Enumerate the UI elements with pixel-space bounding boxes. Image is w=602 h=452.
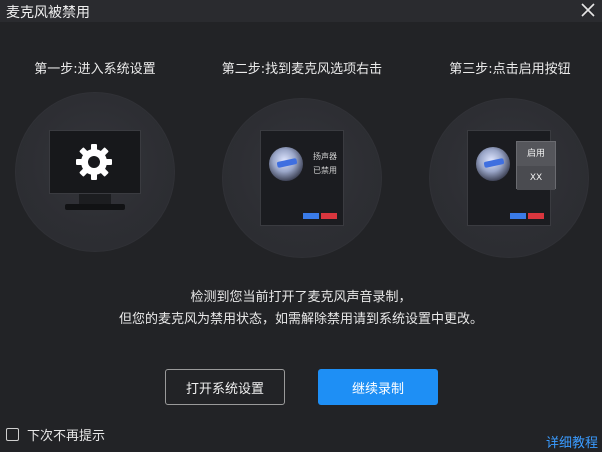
mini-cancel-button [528, 213, 544, 219]
sound-dialog: 扬声器 已禁用 [260, 130, 344, 226]
dont-remind-label: 下次不再提示 [27, 429, 106, 444]
sound-dialog-menu: 启用 XX [467, 130, 556, 226]
step2-illustration: 扬声器 已禁用 [222, 98, 382, 258]
context-menu: 启用 XX [516, 141, 556, 190]
microphone-icon [476, 147, 510, 181]
close-button[interactable] [578, 0, 598, 20]
open-settings-button[interactable]: 打开系统设置 [165, 369, 285, 405]
window-title: 麦克风被禁用 [6, 5, 90, 21]
mini-cancel-button [321, 213, 337, 219]
step3-label: 第三步:点击启用按钮 [449, 62, 571, 77]
detail-tutorial-link[interactable]: 详细教程 [546, 432, 598, 451]
step1-label: 第一步:进入系统设置 [34, 62, 156, 77]
menu-item-enable: 启用 [526, 149, 545, 159]
message-line-2: 但您的麦克风为禁用状态，如需解除禁用请到系统设置中更改。 [118, 312, 483, 327]
mini-ok-button [303, 213, 319, 219]
step3-illustration: 启用 XX [429, 98, 589, 258]
microphone-icon [269, 147, 303, 181]
message-line-1: 检测到您当前打开了麦克风声音录制， [190, 290, 412, 305]
step2-label: 第二步:找到麦克风选项右击 [221, 62, 383, 77]
title-bar: 麦克风被禁用 [0, 0, 602, 22]
continue-recording-button[interactable]: 继续录制 [318, 369, 438, 405]
step1-illustration [15, 92, 175, 252]
dialog-status-label: 已禁用 [313, 166, 337, 175]
dont-remind-checkbox[interactable]: 下次不再提示 [6, 425, 105, 444]
gear-icon [76, 144, 112, 180]
dialog-device-label: 扬声器 [313, 152, 337, 161]
close-icon [581, 3, 595, 17]
checkbox-box[interactable] [6, 428, 19, 441]
mini-ok-button [510, 213, 526, 219]
menu-item-placeholder: XX [517, 166, 555, 190]
